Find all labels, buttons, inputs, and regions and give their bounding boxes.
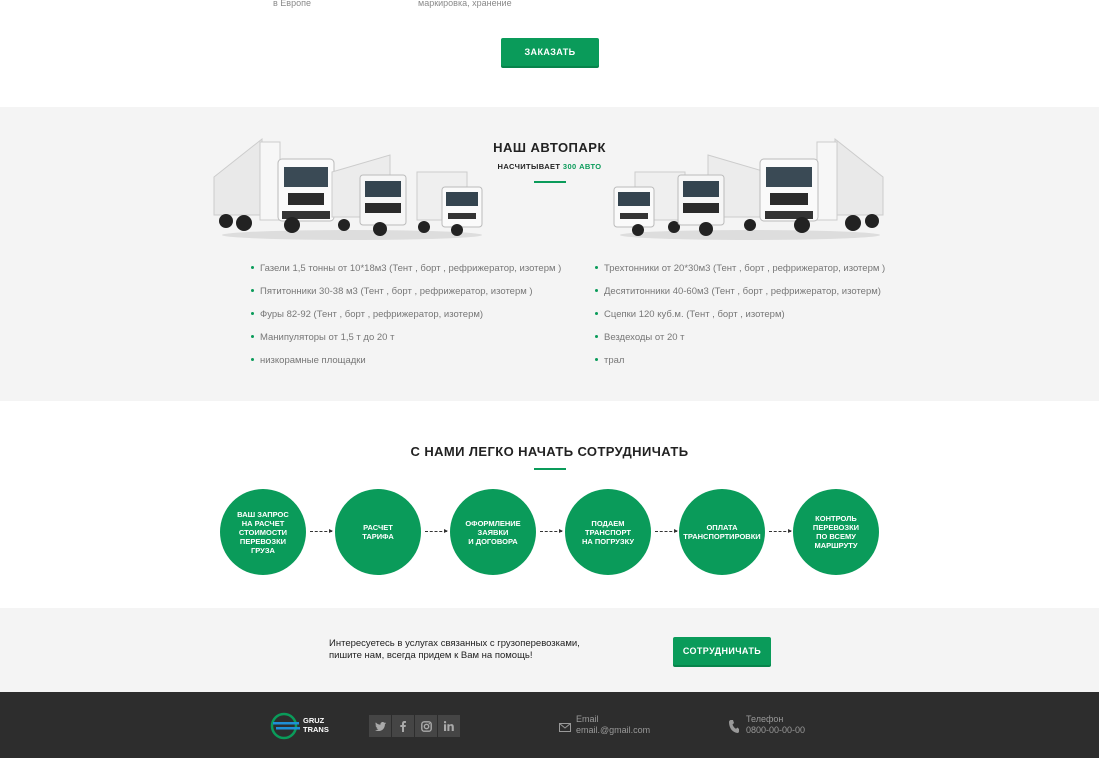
fleet-subtitle-prefix: НАСЧИТЫВАЕТ <box>497 162 561 171</box>
steps-title: С НАМИ ЛЕГКО НАЧАТЬ СОТРУДНИЧАТЬ <box>410 444 689 459</box>
step-payment: ОПЛАТА ТРАНСПОРТИРОВКИ <box>679 489 765 575</box>
list-item: Манипуляторы от 1,5 т до 20 т <box>251 332 561 355</box>
phone-link[interactable]: 0800-00-00-00 <box>746 725 805 736</box>
instagram-icon[interactable] <box>415 715 437 737</box>
list-item: Газели 1,5 тонны от 10*18м3 (Тент , борт… <box>251 263 561 286</box>
cooperation-steps-section: С НАМИ ЛЕГКО НАЧАТЬ СОТРУДНИЧАТЬ ВАШ ЗАП… <box>0 401 1099 608</box>
step-control: КОНТРОЛЬ ПЕРЕВОЗКИ ПО ВСЕМУ МАРШРУТУ <box>793 489 879 575</box>
service-caption-right: маркировка, хранение <box>418 0 512 8</box>
list-item: Вездеходы от 20 т <box>595 332 885 355</box>
cta-section: Интересуетесь в услугах связанных с груз… <box>0 608 1099 692</box>
list-item: Фуры 82-92 (Тент , борт , рефрижератор, … <box>251 309 561 332</box>
step-transport: ПОДАЕМ ТРАНСПОРТ НА ПОГРУЗКУ <box>565 489 651 575</box>
logo-text-line1: GRUZ <box>303 716 325 725</box>
step-contract: ОФОРМЛЕНИЕ ЗАЯВКИ И ДОГОВОРА <box>450 489 536 575</box>
step-arrow <box>310 529 333 533</box>
list-item: Десятитонники 40-60м3 (Тент , борт , реф… <box>595 286 885 309</box>
order-button[interactable]: ЗАКАЗАТЬ <box>501 38 599 66</box>
fleet-list-right: Трехтонники от 20*30м3 (Тент , борт , ре… <box>595 263 885 378</box>
list-item: трал <box>595 355 885 378</box>
fleet-subtitle: НАСЧИТЫВАЕТ 300 АВТО <box>0 162 1099 171</box>
gruztrans-logo[interactable]: GRUZ TRANS <box>269 712 339 740</box>
step-request: ВАШ ЗАПРОС НА РАСЧЕТ СТОИМОСТИ ПЕРЕВОЗКИ… <box>220 489 306 575</box>
facebook-icon[interactable] <box>392 715 414 737</box>
twitter-icon[interactable] <box>369 715 391 737</box>
fleet-section: НАШ АВТОПАРК НАСЧИТЫВАЕТ 300 АВТО Газели… <box>0 107 1099 401</box>
email-label: Email <box>576 714 599 724</box>
envelope-icon <box>559 723 571 732</box>
phone-label: Телефон <box>746 714 784 724</box>
footer-phone: Телефон 0800-00-00-00 <box>729 714 805 736</box>
steps-title-underline <box>534 468 566 470</box>
cooperate-button[interactable]: СОТРУДНИЧАТЬ <box>673 637 771 665</box>
social-links <box>369 715 460 737</box>
step-arrow <box>655 529 678 533</box>
fleet-list-left: Газели 1,5 тонны от 10*18м3 (Тент , борт… <box>251 263 561 378</box>
service-caption-left: в Европе <box>273 0 311 8</box>
list-item: Трехтонники от 20*30м3 (Тент , борт , ре… <box>595 263 885 286</box>
step-arrow <box>769 529 792 533</box>
list-item: низкорамные площадки <box>251 355 561 378</box>
fleet-title-underline <box>534 181 566 183</box>
email-link[interactable]: email.@gmail.com <box>576 725 650 736</box>
list-item: Пятитонники 30-38 м3 (Тент , борт , рефр… <box>251 286 561 309</box>
footer-email: Email email.@gmail.com <box>559 714 650 736</box>
step-arrow <box>540 529 563 533</box>
linkedin-icon[interactable] <box>438 715 460 737</box>
step-tariff: РАСЧЕТ ТАРИФА <box>335 489 421 575</box>
logo-icon <box>270 712 300 740</box>
phone-icon <box>729 720 739 733</box>
step-arrow <box>425 529 448 533</box>
cta-text: Интересуетесь в услугах связанных с груз… <box>329 638 580 662</box>
list-item: Сцепки 120 куб.м. (Тент , борт , изотерм… <box>595 309 885 332</box>
logo-text-line2: TRANS <box>303 725 329 734</box>
footer: GRUZ TRANS Email email.@gmail.com Телефо… <box>0 692 1099 758</box>
fleet-title: НАШ АВТОПАРК <box>493 140 606 155</box>
top-section: в Европе маркировка, хранение ЗАКАЗАТЬ <box>0 0 1099 107</box>
fleet-count: 300 АВТО <box>562 162 602 171</box>
